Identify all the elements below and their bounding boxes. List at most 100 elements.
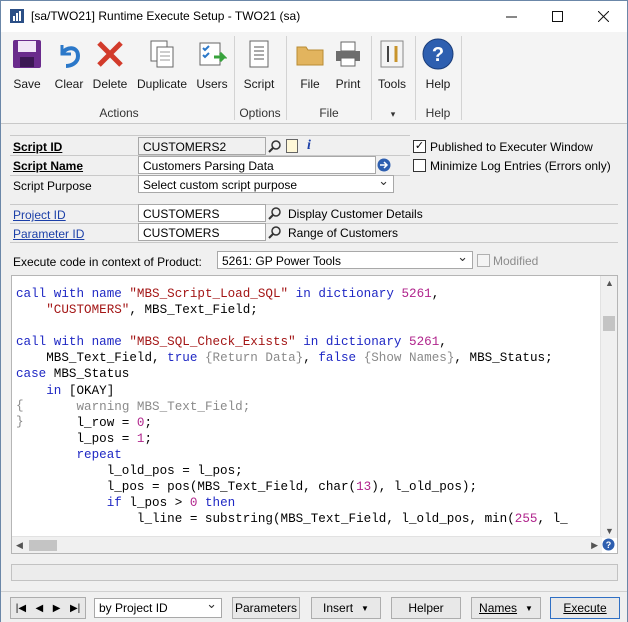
scroll-down-icon[interactable]: ▼ — [605, 526, 614, 536]
code-line: MBS_Text_Field, true {Return Data}, fals… — [16, 351, 553, 366]
script-purpose-label: Script Purpose — [13, 179, 92, 193]
group-separator — [415, 36, 416, 120]
clear-button[interactable]: Clear — [49, 36, 89, 96]
parameter-id-link[interactable]: Parameter ID — [13, 227, 84, 241]
names-dropdown-icon: ▼ — [525, 603, 533, 613]
project-lookup-magnifier-icon[interactable] — [267, 205, 283, 221]
script-button[interactable]: Script — [237, 36, 281, 96]
helper-button[interactable]: Helper — [391, 597, 461, 619]
folder-icon — [296, 46, 324, 66]
svg-text:?: ? — [432, 44, 444, 66]
help-button[interactable]: ? Help — [419, 36, 457, 96]
delete-x-icon — [97, 41, 123, 67]
save-button[interactable]: Save — [7, 36, 47, 96]
group-separator — [234, 36, 235, 120]
scroll-left-icon[interactable]: ◀ — [16, 540, 23, 551]
app-icon — [10, 9, 24, 23]
script-name-field[interactable]: Customers Parsing Data — [138, 156, 376, 174]
insert-label: Insert — [323, 601, 354, 615]
users-label: Users — [196, 77, 228, 91]
published-label: Published to Executer Window — [430, 140, 593, 154]
tools-label: Tools — [377, 77, 406, 91]
file-button[interactable]: File — [292, 36, 328, 96]
script-purpose-dropdown[interactable]: Select custom script purpose — [138, 175, 394, 193]
sort-by-dropdown[interactable]: by Project ID — [94, 598, 222, 618]
options-group-label: Options — [239, 106, 281, 120]
note-icon[interactable] — [284, 138, 300, 154]
actions-group-label: Actions — [99, 106, 139, 120]
file-group-label: File — [319, 106, 339, 120]
runtime-execute-window: [sa/TWO21] Runtime Execute Setup - TWO21… — [0, 0, 628, 622]
code-text[interactable]: call with name "MBS_Script_Load_SQL" in … — [16, 286, 568, 527]
published-checkbox[interactable]: ✓ — [413, 140, 426, 153]
group-separator — [371, 36, 372, 120]
execute-button[interactable]: Execute — [550, 597, 620, 619]
editor-help-icon[interactable]: ? — [601, 537, 616, 552]
code-line: l_line = substring(MBS_Text_Field, l_old… — [16, 512, 568, 527]
next-record-icon[interactable]: ▶ — [53, 603, 61, 614]
users-checklist-icon — [199, 42, 227, 66]
delete-label: Delete — [92, 77, 128, 91]
code-line: call with name "MBS_SQL_Check_Exists" in… — [16, 335, 447, 350]
duplicate-button[interactable]: Duplicate — [134, 36, 190, 96]
project-id-link[interactable]: Project ID — [13, 208, 66, 222]
group-separator — [461, 36, 462, 120]
code-line: l_pos = pos(MBS_Text_Field, char(13), l_… — [16, 480, 478, 495]
printer-icon — [336, 41, 360, 67]
bottom-toolbar: |◀ ◀ ▶ ▶| by Project ID Parameters Inser… — [1, 591, 627, 622]
project-description: Display Customer Details — [288, 207, 423, 221]
modified-checkbox — [477, 254, 490, 267]
tools-button[interactable]: Tools — [374, 36, 410, 96]
help-question-icon: ? — [422, 38, 454, 70]
tools-group-marker[interactable]: ▾ — [373, 109, 413, 120]
project-id-field[interactable]: CUSTOMERS — [138, 204, 266, 222]
code-line: l_old_pos = l_pos; — [16, 464, 243, 479]
svg-text:?: ? — [606, 540, 612, 550]
code-line: l_row = 0; — [16, 415, 153, 430]
script-id-label: Script ID — [13, 140, 63, 154]
modified-label: Modified — [493, 254, 539, 268]
print-button[interactable]: Print — [329, 36, 367, 96]
execute-label: Execute — [563, 601, 607, 615]
code-line: l_pos = 1; — [16, 431, 153, 446]
parameter-lookup-magnifier-icon[interactable] — [267, 224, 283, 240]
script-code-editor[interactable]: call with name "MBS_Script_Load_SQL" in … — [11, 275, 618, 554]
info-icon[interactable]: i — [301, 138, 317, 154]
help-group-label: Help — [425, 106, 451, 120]
parameters-button[interactable]: Parameters — [232, 597, 300, 619]
horizontal-scroll-thumb[interactable] — [29, 540, 57, 551]
vertical-scrollbar[interactable]: ▲ ▼ — [600, 276, 617, 538]
scroll-right-icon[interactable]: ▶ — [591, 540, 598, 551]
title-bar: [sa/TWO21] Runtime Execute Setup - TWO21… — [1, 1, 627, 32]
minimize-log-checkbox[interactable] — [413, 159, 426, 172]
close-icon[interactable] — [580, 1, 626, 32]
code-line: warning MBS_Text_Field; — [76, 399, 251, 414]
save-icon — [13, 40, 41, 68]
vertical-scroll-thumb[interactable] — [603, 316, 615, 331]
insert-button[interactable]: Insert ▼ — [311, 597, 381, 619]
duplicate-label: Duplicate — [136, 77, 188, 91]
product-dropdown[interactable]: 5261: GP Power Tools — [217, 251, 473, 269]
parameter-id-field[interactable]: CUSTOMERS — [138, 223, 266, 241]
script-id-field[interactable]: CUSTOMERS2 — [138, 137, 266, 155]
minimize-log-label: Minimize Log Entries (Errors only) — [430, 159, 611, 173]
maximize-icon[interactable] — [534, 1, 580, 32]
users-button[interactable]: Users — [193, 36, 231, 96]
horizontal-scrollbar[interactable]: ◀ ▶ — [12, 536, 602, 553]
lookup-magnifier-icon[interactable] — [267, 138, 283, 154]
scroll-up-icon[interactable]: ▲ — [605, 278, 614, 288]
code-line: repeat — [76, 447, 122, 462]
previous-record-icon[interactable]: ◀ — [36, 603, 44, 614]
code-line: call with name "MBS_Script_Load_SQL" in … — [16, 287, 440, 301]
tools-icon — [380, 40, 404, 68]
insert-dropdown-icon: ▼ — [361, 603, 369, 613]
minimize-icon[interactable] — [488, 1, 534, 32]
names-button[interactable]: Names ▼ — [471, 597, 541, 619]
last-record-icon[interactable]: ▶| — [70, 603, 80, 614]
expand-arrow-icon[interactable] — [376, 157, 392, 173]
duplicate-pages-icon — [150, 40, 174, 68]
code-line: if l_pos > 0 then — [106, 496, 236, 511]
first-record-icon[interactable]: |◀ — [16, 603, 26, 614]
names-label: Names — [479, 601, 518, 615]
delete-button[interactable]: Delete — [89, 36, 131, 96]
